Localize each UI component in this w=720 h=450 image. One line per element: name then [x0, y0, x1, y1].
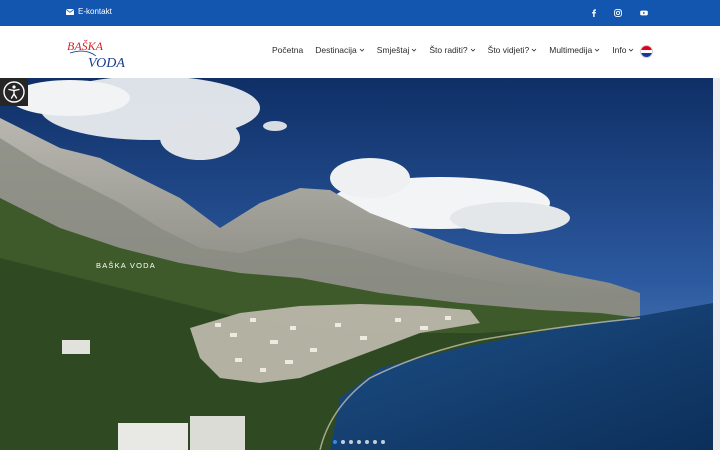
youtube-icon — [640, 10, 648, 16]
nav-label: Info — [612, 45, 627, 55]
nav-label: Multimedija — [549, 45, 593, 55]
e-contact-link[interactable]: E-kontakt — [66, 7, 112, 16]
nav-label: Destinacija — [315, 45, 357, 55]
instagram-icon — [614, 9, 622, 17]
accessibility-icon — [3, 81, 25, 103]
nav-item-smjestaj[interactable]: Smještaj — [377, 45, 418, 55]
instagram-link[interactable] — [611, 6, 625, 20]
facebook-icon — [592, 9, 596, 17]
chevron-down-icon — [359, 48, 365, 52]
accessibility-button[interactable] — [0, 78, 28, 106]
e-contact-label: E-kontakt — [78, 7, 112, 16]
slider-pagination — [333, 440, 385, 444]
nav-item-multimedija[interactable]: Multimedija — [549, 45, 600, 55]
site-header: BAŠKA VODA Početna Destinacija Smještaj … — [0, 26, 720, 78]
slider-dot[interactable] — [349, 440, 353, 444]
nav-label: Smještaj — [376, 45, 410, 55]
slider-dot[interactable] — [381, 440, 385, 444]
chevron-down-icon — [412, 48, 417, 52]
nav-item-destinacija[interactable]: Destinacija — [315, 45, 365, 55]
nav-label: Početna — [272, 45, 304, 55]
chevron-down-icon — [531, 48, 537, 52]
page-scrollbar[interactable] — [713, 78, 720, 450]
chevron-down-icon — [629, 48, 634, 52]
youtube-link[interactable] — [637, 6, 651, 20]
chevron-down-icon — [470, 48, 475, 52]
slider-dot[interactable] — [333, 440, 337, 444]
logo-text-top: BAŠKA — [67, 39, 104, 53]
hero-caption: BAŠKA VODA — [96, 261, 156, 270]
slider-dot[interactable] — [373, 440, 377, 444]
facebook-link[interactable] — [587, 6, 601, 20]
top-bar: E-kontakt — [0, 0, 720, 26]
nav-item-pocetna[interactable]: Početna — [272, 45, 303, 55]
slider-dot[interactable] — [341, 440, 345, 444]
slider-dot[interactable] — [357, 440, 361, 444]
envelope-icon — [66, 8, 74, 15]
chevron-down-icon — [594, 48, 600, 52]
nav-item-sto-vidjeti[interactable]: Što vidjeti? — [488, 45, 538, 55]
slider-dot[interactable] — [365, 440, 369, 444]
nav-item-sto-raditi[interactable]: Što raditi? — [429, 45, 475, 55]
logo-text-bottom: VODA — [88, 56, 125, 70]
baska-voda-logo[interactable]: BAŠKA VODA — [66, 34, 130, 70]
nav-item-info[interactable]: Info — [612, 45, 634, 55]
nav-label: Što vidjeti? — [487, 45, 530, 55]
hero-slider: BAŠKA VODA — [0, 78, 713, 450]
main-navigation: Početna Destinacija Smještaj Što raditi?… — [272, 45, 634, 55]
croatia-flag-icon[interactable] — [640, 45, 653, 58]
nav-label: Što raditi? — [429, 45, 468, 55]
